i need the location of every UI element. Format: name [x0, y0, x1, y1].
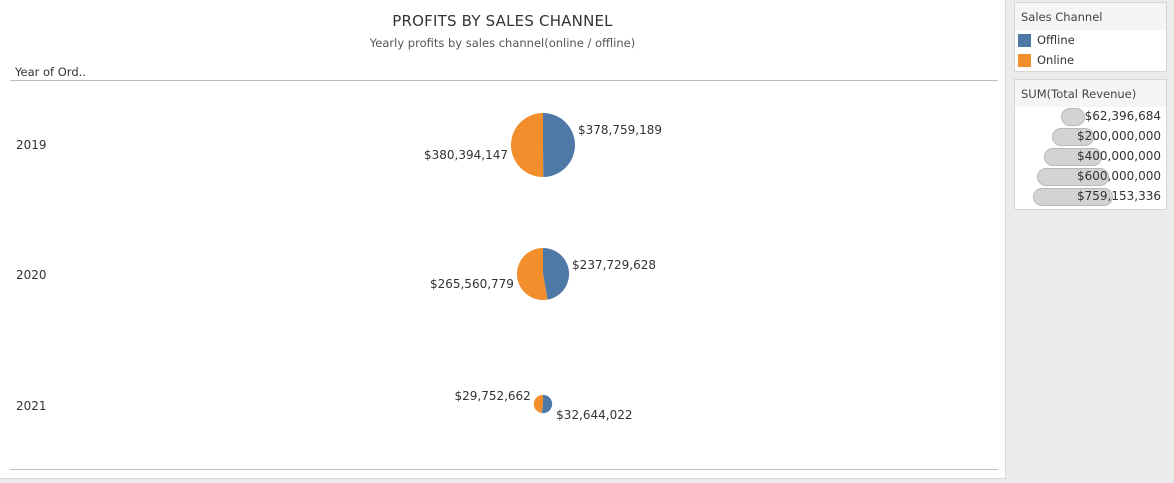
legend-label-offline: Offline	[1037, 33, 1075, 47]
offline-swatch	[1018, 33, 1031, 47]
color-legend-title: Sales Channel	[1015, 3, 1166, 30]
size-label: $200,000,000	[1077, 129, 1161, 143]
online-swatch	[1018, 53, 1031, 67]
size-legend-item: $400,000,000	[1015, 147, 1166, 167]
data-label-offline-2020: $237,729,628	[572, 258, 656, 272]
chart-panel: PROFITS BY SALES CHANNEL Yearly profits …	[0, 0, 1006, 479]
size-legend-title: SUM(Total Revenue)	[1015, 80, 1166, 107]
legend-item-online[interactable]: Online	[1015, 50, 1166, 70]
data-label-online-2020: $265,560,779	[430, 277, 514, 291]
size-legend-item: $62,396,684	[1015, 107, 1166, 127]
size-label: $759,153,336	[1077, 189, 1161, 203]
pie-slice-offline-2021[interactable]	[541, 394, 553, 414]
size-label: $600,000,000	[1077, 169, 1161, 183]
size-oval	[1061, 108, 1085, 126]
size-legend-item: $600,000,000	[1015, 167, 1166, 187]
legend-label-online: Online	[1037, 53, 1075, 67]
legend-item-offline[interactable]: Offline	[1015, 30, 1166, 50]
pie-slice-offline-2020[interactable]	[543, 247, 570, 300]
size-legend: SUM(Total Revenue) $62,396,684 $200,000,…	[1014, 79, 1167, 210]
data-label-offline-2019: $378,759,189	[578, 123, 662, 137]
size-legend-item: $759,153,336	[1015, 187, 1166, 207]
pie-chart-area: $378,759,189 $380,394,147 $237,729,628 $265…	[424, 113, 662, 422]
size-label: $400,000,000	[1077, 149, 1161, 163]
pie-slice-offline-2019[interactable]	[543, 113, 575, 177]
data-label-offline-2021: $32,644,022	[556, 408, 632, 422]
pie-slice-online-2019[interactable]	[511, 113, 544, 177]
pie-slice-online-2020[interactable]	[516, 247, 548, 301]
data-label-online-2019: $380,394,147	[424, 148, 508, 162]
pie-slice-online-2021[interactable]	[533, 394, 543, 414]
color-legend: Sales Channel Offline Online	[1014, 2, 1167, 72]
size-label: $62,396,684	[1084, 109, 1161, 123]
size-legend-item: $200,000,000	[1015, 127, 1166, 147]
data-label-online-2021: $29,752,662	[454, 389, 530, 403]
